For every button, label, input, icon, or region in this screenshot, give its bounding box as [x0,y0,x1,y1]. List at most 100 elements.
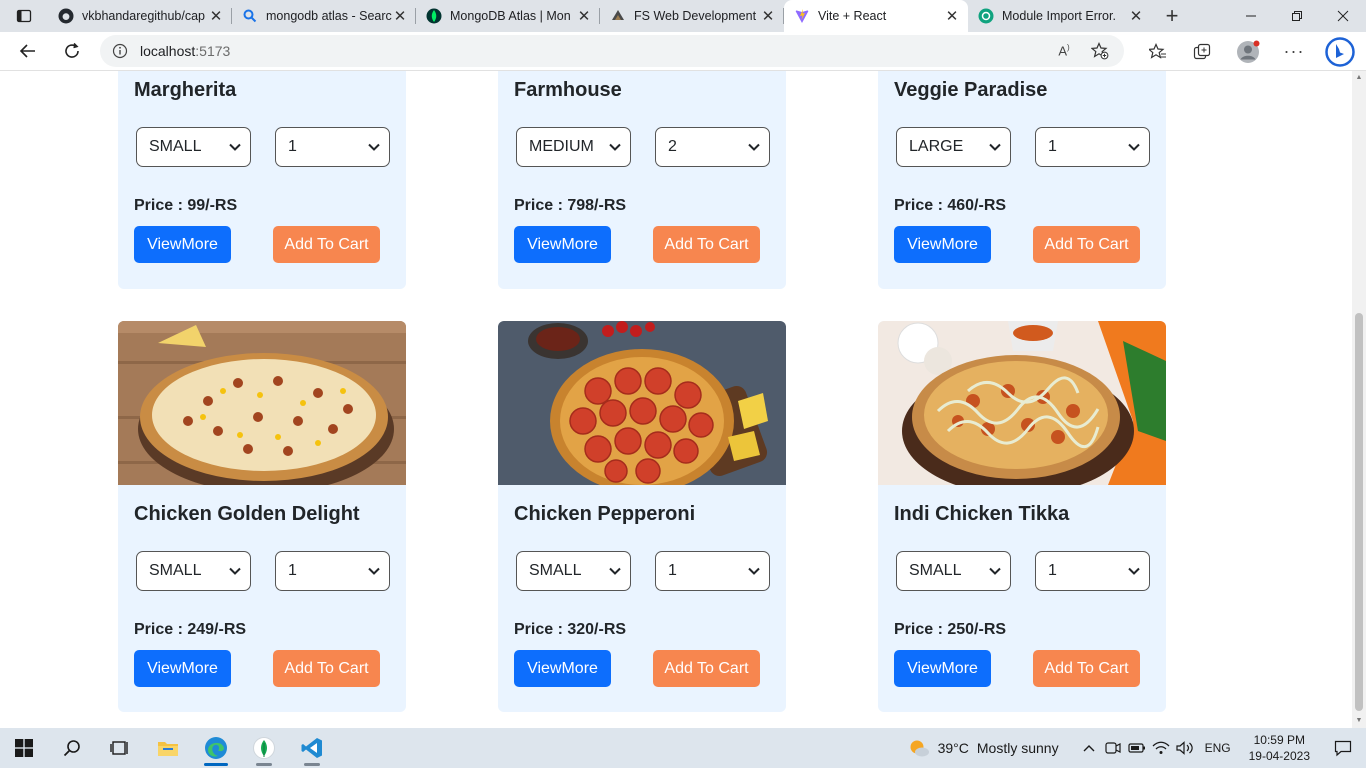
notifications-button[interactable] [1320,739,1366,757]
close-icon[interactable]: ✕ [208,8,224,25]
chevron-down-icon [368,567,380,575]
read-aloud-button[interactable]: A) [1048,37,1080,65]
add-to-cart-button[interactable]: Add To Cart [653,226,760,263]
quantity-select[interactable]: 1 [1035,551,1150,591]
close-icon[interactable]: ✕ [392,8,408,25]
tab-actions-button[interactable] [0,0,48,32]
tab-chatgpt[interactable]: Module Import Error. ✕ [968,0,1152,32]
chevron-down-icon [609,567,621,575]
close-window-button[interactable] [1320,0,1366,32]
bing-icon [1325,36,1355,67]
tab-github[interactable]: vkbhandaregithub/cap ✕ [48,0,232,32]
price-label: Price : 460/-RS [894,197,1007,214]
weather-widget[interactable]: 39°C Mostly sunny [908,738,1077,758]
search-button[interactable] [48,728,96,768]
add-to-cart-button[interactable]: Add To Cart [273,226,380,263]
quantity-value: 1 [1048,562,1057,579]
collections-button[interactable] [1180,38,1224,66]
favorites-button[interactable] [1136,38,1180,66]
view-more-button[interactable]: ViewMore [134,650,231,687]
add-to-cart-button[interactable]: Add To Cart [653,650,760,687]
size-value: SMALL [529,562,582,579]
wifi-icon[interactable] [1149,741,1173,755]
pizza-image[interactable] [498,321,786,485]
scroll-down-icon[interactable]: ▼ [1355,717,1363,725]
add-favorite-button[interactable] [1084,37,1116,65]
size-select[interactable]: SMALL [136,551,251,591]
size-select[interactable]: MEDIUM [516,127,631,167]
bing-copilot-button[interactable] [1316,36,1364,67]
tab-strip: vkbhandaregithub/cap ✕ mongodb atlas - S… [0,0,1366,32]
quantity-select[interactable]: 1 [275,551,390,591]
language-indicator[interactable]: ENG [1197,741,1239,755]
vscode-taskbar-button[interactable] [288,728,336,768]
tab-vite-react[interactable]: Vite + React ✕ [784,0,968,32]
quantity-select[interactable]: 1 [655,551,770,591]
view-more-button[interactable]: ViewMore [894,226,991,263]
page-scrollbar[interactable]: ▲ ▼ [1352,71,1366,728]
close-icon[interactable]: ✕ [1128,8,1144,25]
size-value: SMALL [909,562,962,579]
restore-button[interactable] [1274,0,1320,32]
edge-taskbar-button[interactable] [192,728,240,768]
task-view-button[interactable] [96,728,144,768]
tab-title: FS Web Development [634,9,757,23]
size-select[interactable]: SMALL [516,551,631,591]
pizza-name: Margherita [134,79,237,101]
clock[interactable]: 10:59 PM 19-04-2023 [1239,732,1320,764]
navigation-bar: localhost:5173 A) ··· [0,32,1366,71]
quantity-select[interactable]: 1 [1035,127,1150,167]
view-more-button[interactable]: ViewMore [514,226,611,263]
show-hidden-icons-button[interactable] [1077,743,1101,753]
quantity-select[interactable]: 2 [655,127,770,167]
chevron-down-icon [609,143,621,151]
tab-title: Vite + React [818,9,887,23]
new-tab-button[interactable]: + [1152,0,1192,32]
minimize-button[interactable] [1228,0,1274,32]
address-bar[interactable]: localhost:5173 A) [100,35,1124,67]
view-more-button[interactable]: ViewMore [514,650,611,687]
search-icon [63,740,80,757]
settings-more-button[interactable]: ··· [1272,38,1316,66]
size-value: SMALL [149,562,202,579]
mongodb-compass-taskbar-button[interactable] [240,728,288,768]
size-select[interactable]: SMALL [896,551,1011,591]
scroll-up-icon[interactable]: ▲ [1355,74,1363,82]
start-button[interactable] [0,728,48,768]
add-to-cart-button[interactable]: Add To Cart [273,650,380,687]
clock-time: 10:59 PM [1253,733,1305,747]
quantity-value: 1 [288,562,297,579]
pizza-image[interactable] [118,321,406,485]
close-icon[interactable]: ✕ [576,8,592,25]
notification-icon [1334,740,1352,757]
star-add-icon [1091,42,1109,60]
chatgpt-icon [978,8,994,24]
size-select[interactable]: SMALL [136,127,251,167]
size-select[interactable]: LARGE [896,127,1011,167]
view-more-button[interactable]: ViewMore [134,226,231,263]
volume-icon[interactable] [1173,741,1197,755]
quantity-select[interactable]: 1 [275,127,390,167]
back-button[interactable] [6,33,50,69]
close-icon[interactable]: ✕ [944,8,960,25]
tab-search[interactable]: mongodb atlas - Searc ✕ [232,0,416,32]
battery-icon[interactable] [1125,742,1149,754]
view-more-button[interactable]: ViewMore [894,650,991,687]
pizza-name: Veggie Paradise [894,79,1048,101]
file-explorer-button[interactable] [144,728,192,768]
refresh-button[interactable] [50,33,94,69]
tab-mongodb[interactable]: MongoDB Atlas | Mon ✕ [416,0,600,32]
pizza-image[interactable] [878,321,1166,485]
price-label: Price : 250/-RS [894,621,1007,638]
url-text[interactable]: localhost:5173 [140,43,230,59]
quantity-value: 1 [668,562,677,579]
tab-course[interactable]: FS Web Development ✕ [600,0,784,32]
close-icon[interactable]: ✕ [760,8,776,25]
meet-now-icon[interactable] [1101,741,1125,755]
site-info-icon[interactable] [100,43,140,59]
scrollbar-thumb[interactable] [1355,313,1363,711]
profile-button[interactable] [1224,38,1272,66]
add-to-cart-button[interactable]: Add To Cart [1033,226,1140,263]
add-to-cart-button[interactable]: Add To Cart [1033,650,1140,687]
chevron-down-icon [229,567,241,575]
